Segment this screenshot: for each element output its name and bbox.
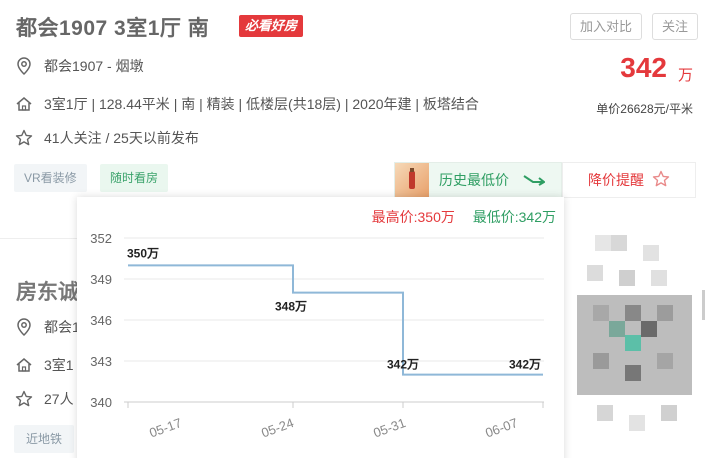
total-price: 342 — [620, 52, 667, 83]
listing2-title[interactable]: 房东诚 — [16, 276, 79, 306]
star-icon — [14, 389, 34, 409]
listing2-community-row: 都会1 — [14, 317, 80, 337]
tag-near-subway[interactable]: 近地铁 — [14, 425, 75, 453]
history-thumbnail-icon — [395, 163, 429, 197]
listing2-details-row: 3室1 — [14, 355, 74, 375]
listing2-photo[interactable] — [577, 215, 692, 455]
y-tick-label: 349 — [90, 272, 112, 287]
x-tick-label: 06-07 — [483, 415, 519, 440]
price-unit: 万 — [677, 67, 693, 84]
y-tick-label: 346 — [90, 313, 112, 328]
data-label: 342万 — [387, 358, 419, 372]
location-pin-icon — [14, 56, 34, 76]
listing2-community-link[interactable]: 都会1 — [44, 317, 80, 337]
tag-anytime-viewing[interactable]: 随时看房 — [100, 164, 169, 192]
x-tick-label: 05-24 — [259, 415, 295, 440]
listing2-followers: 27人 — [44, 391, 74, 407]
x-tick-label: 05-31 — [371, 415, 407, 440]
data-label: 348万 — [275, 300, 307, 314]
followers-row: 41人关注 / 25天以前发布 — [14, 128, 199, 148]
must-see-badge: 必看好房 — [239, 15, 304, 37]
house-icon — [14, 355, 34, 375]
add-compare-button[interactable]: 加入对比 — [570, 13, 643, 40]
price-drop-alert-button[interactable]: 降价提醒 — [562, 162, 696, 198]
price-history-popup: 最高价:350万 最低价:342万 352 349 346 343 340 05-17 05… — [77, 197, 564, 458]
y-tick-label: 343 — [90, 354, 112, 369]
history-lowest-price-button[interactable]: 历史最低价 — [394, 162, 562, 198]
x-tick-label: 05-17 — [147, 415, 183, 440]
star-outline-icon — [652, 170, 670, 191]
community-row: 都会1907 - 烟墩 — [14, 56, 144, 76]
y-tick-label: 340 — [90, 395, 112, 410]
listing2-details: 3室1 — [44, 357, 74, 373]
location-pin-icon — [14, 317, 34, 337]
followers-text: 41人关注 / 25天以前发布 — [44, 130, 199, 146]
trend-down-icon — [523, 173, 546, 192]
price-history-chart: 352 349 346 343 340 05-17 05-24 05-31 06-07 350万 3… — [90, 231, 544, 441]
follow-button[interactable]: 关注 — [652, 13, 699, 40]
details-row: 3室1厅 | 128.44平米 | 南 | 精装 | 低楼层(共18层) | 2… — [14, 94, 479, 114]
y-tick-label: 352 — [90, 231, 112, 246]
house-details: 3室1厅 | 128.44平米 | 南 | 精装 | 低楼层(共18层) | 2… — [44, 96, 479, 112]
unit-price: 单价26628元/平米 — [596, 102, 693, 116]
listing2-followers-row: 27人 — [14, 389, 74, 409]
star-icon — [14, 128, 34, 148]
data-label: 350万 — [127, 246, 159, 260]
history-lowest-price-label: 历史最低价 — [439, 172, 509, 188]
tag-vr-decoration[interactable]: VR看装修 — [14, 164, 87, 192]
price-drop-alert-label: 降价提醒 — [588, 172, 644, 188]
listing-title[interactable]: 都会1907 3室1厅 南 — [16, 12, 209, 42]
listing-divider — [0, 238, 80, 239]
data-label: 342万 — [509, 358, 541, 372]
house-icon — [14, 94, 34, 114]
community-link[interactable]: 都会1907 - 烟墩 — [44, 56, 144, 76]
